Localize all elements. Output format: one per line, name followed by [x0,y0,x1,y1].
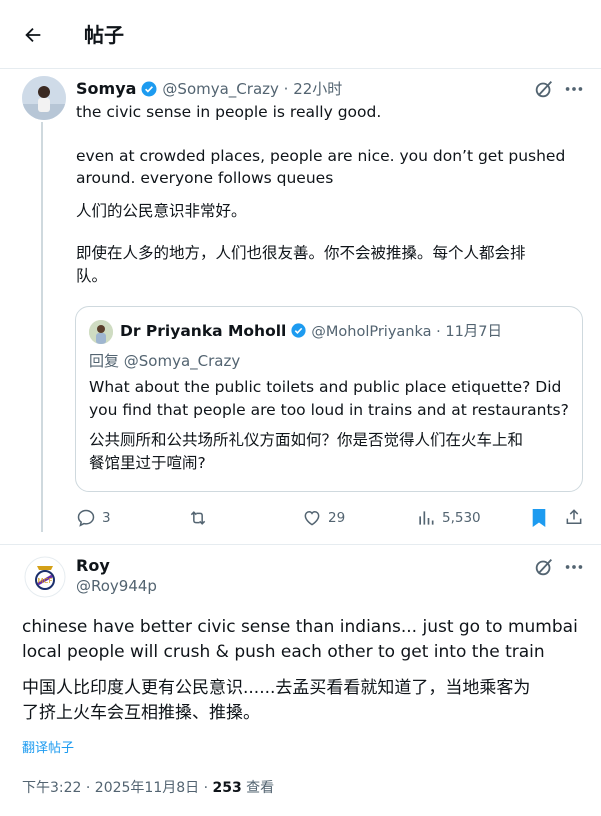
reply-text-zh-1: 人们的公民意识非常好。 [76,202,247,220]
svg-text:MCF: MCF [38,577,53,585]
post-timestamp[interactable]: 下午3:22 · 2025年11月8日 · [22,780,213,796]
share-icon [566,509,582,524]
main-text-en-b: local people will crush & push each othe… [22,642,545,662]
quote-handle-date: @MoholPriyanka · 11月7日 [311,324,503,340]
like-count: 29 [328,510,346,526]
quote-avatar [89,320,113,344]
post-meta: 下午3:22 · 2025年11月8日 · 253 查看 [22,777,274,797]
bookmark-icon [532,509,546,527]
more-button[interactable] [563,78,585,104]
top-bar: 帖子 [0,0,601,70]
author-name[interactable]: Somya [76,79,136,98]
retweet-icon [190,511,206,525]
reply-text-en-2a: even at crowded places, people are nice.… [76,147,566,165]
heart-icon [304,510,320,526]
comment-icon [77,509,95,527]
profile-photo-icon [89,320,113,344]
reply-count: 3 [102,510,111,526]
tweet-divider [0,544,601,545]
views-count: 5,530 [442,510,481,526]
more-icon [565,565,583,569]
grok-icon [535,559,553,576]
main-text-en-a: chinese have better civic sense than ind… [22,617,578,637]
quote-text-zh-a: 公共厕所和公共场所礼仪方面如何？你是否觉得人们在火车上和 [89,431,524,449]
share-button[interactable] [564,507,584,531]
main-text-zh-b: 了挤上火车会互相推搡、推搡。 [22,703,260,723]
reply-text-zh-2a: 即使在人多的地方，人们也很友善。你不会被推搡。每个人都会排 [76,244,526,262]
author-handle[interactable]: @Roy944p [76,577,157,595]
retweet-button[interactable] [187,508,215,528]
views-button[interactable]: 5,530 [416,508,481,528]
avatar[interactable] [22,76,66,120]
verified-badge-icon [291,323,306,338]
back-button[interactable] [18,20,48,50]
quote-text-zh-b: 餐馆里过于喧闹? [89,454,206,472]
avatar[interactable]: MCF [24,556,66,598]
arrow-left-icon [25,27,41,43]
grok-button[interactable] [533,556,555,582]
more-icon [565,87,583,91]
bookmark-button[interactable] [530,508,548,532]
reply-button[interactable]: 3 [76,508,111,528]
quote-text-en-a: What about the public toilets and public… [89,378,562,396]
translate-post-link[interactable]: 翻译帖子 [22,737,74,756]
post-view-label: 查看 [241,780,275,796]
author-name[interactable]: Roy [76,556,110,575]
quote-author-name: Dr Priyanka Moholl [120,321,287,340]
main-text-zh-a: 中国人比印度人更有公民意识......去孟买看看就知道了，当地乘客为 [22,678,531,698]
header-divider [0,68,601,69]
thread-line [41,122,43,532]
quoted-tweet[interactable]: Dr Priyanka Moholl @MoholPriyanka · 11月7… [75,306,583,492]
verified-badge-icon [141,81,157,96]
post-view-count: 253 [212,780,242,796]
author-handle-time[interactable]: @Somya_Crazy · 22小时 [162,78,342,99]
grok-icon [535,81,553,98]
more-button[interactable] [563,556,585,582]
reply-author-row: Somya @Somya_Crazy · 22小时 [76,78,342,99]
reply-text-en-1: the civic sense in people is really good… [76,103,382,121]
like-button[interactable]: 29 [302,508,345,528]
quote-reply-to: 回复 @Somya_Crazy [89,352,241,370]
grok-button[interactable] [533,78,555,104]
profile-photo-icon [22,76,66,120]
real-madrid-crest-icon: MCF [24,556,66,598]
page-title: 帖子 [84,23,124,47]
quote-text-en-b: you find that people are too loud in tra… [89,401,569,419]
views-chart-icon [419,511,434,525]
reply-text-zh-2b: 队。 [76,267,108,285]
quote-author-row: Dr Priyanka Moholl @MoholPriyanka · 11月7… [120,320,502,341]
reply-text-en-2b: around. everyone follows queues [76,169,334,187]
